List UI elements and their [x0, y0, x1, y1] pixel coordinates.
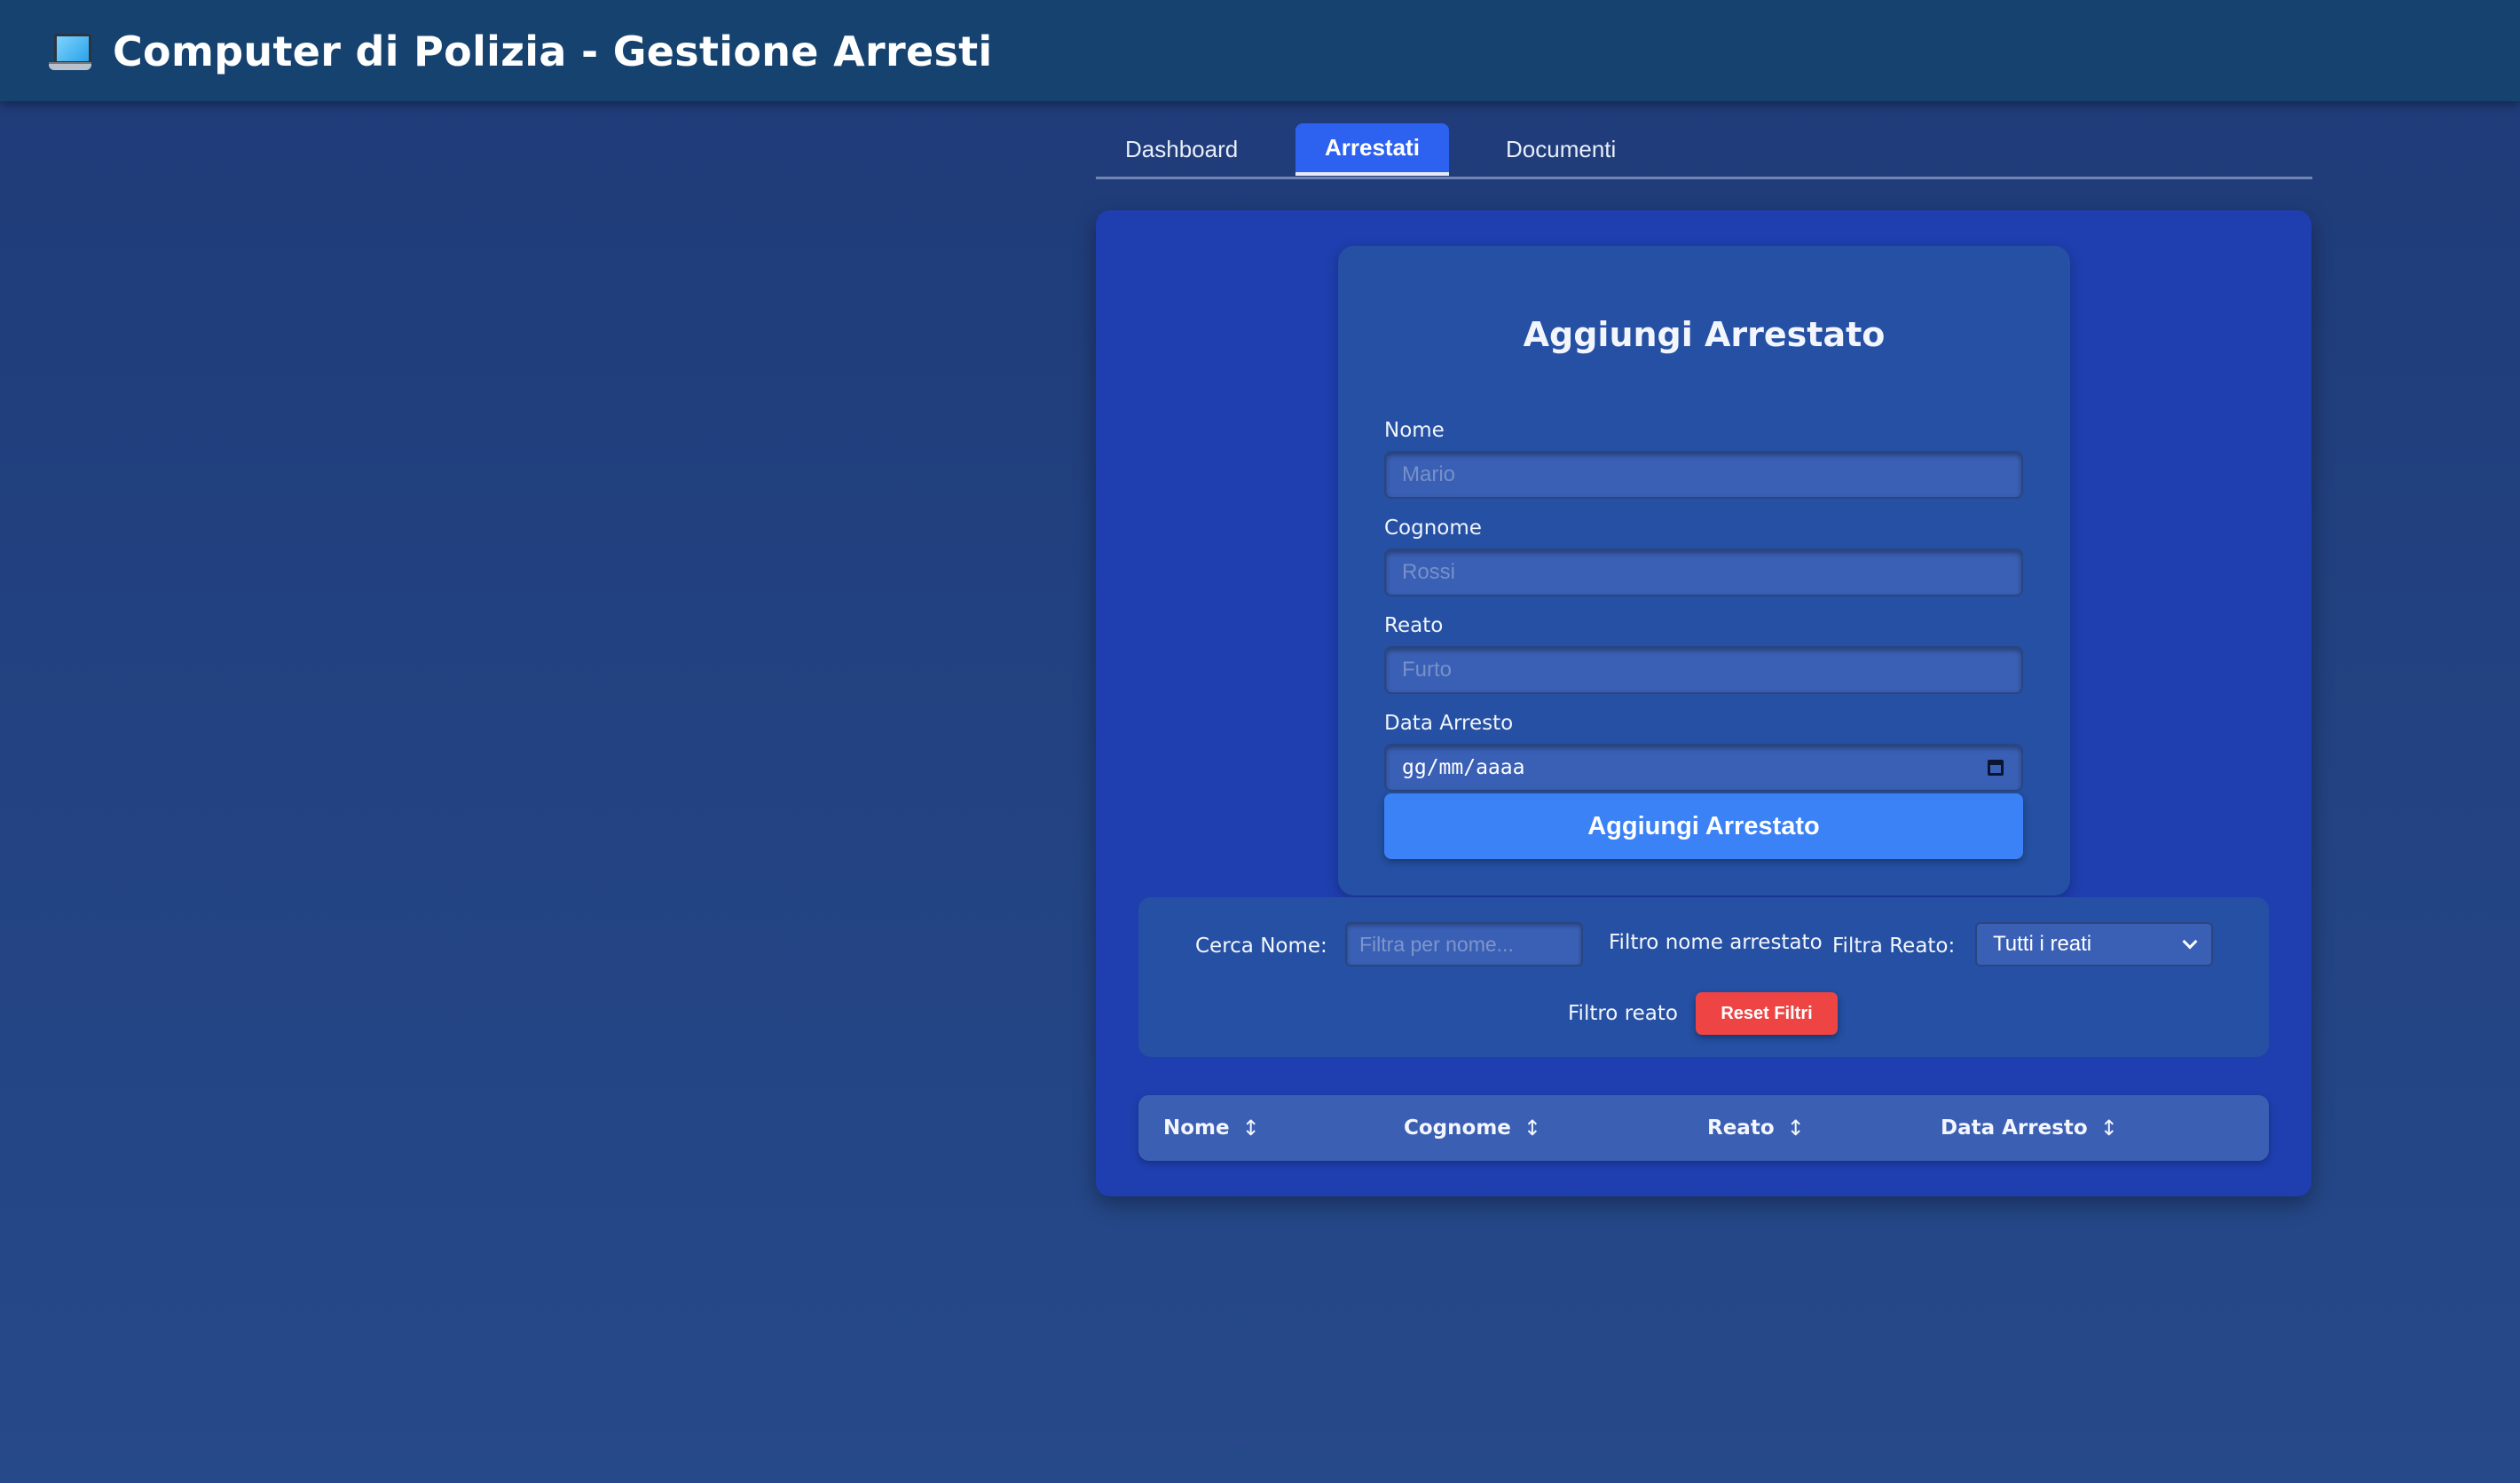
reset-filters-button[interactable]: Reset Filtri — [1696, 992, 1838, 1035]
nome-input[interactable] — [1384, 451, 2023, 499]
reato-label: Reato — [1384, 614, 1444, 637]
nome-label: Nome — [1384, 419, 1445, 442]
name-filter-input[interactable] — [1345, 922, 1583, 966]
date-placeholder: gg/mm/aaaa — [1402, 756, 1525, 779]
data-arresto-input[interactable]: gg/mm/aaaa — [1384, 744, 2023, 792]
reato-input[interactable] — [1384, 646, 2023, 694]
crime-filter-select[interactable]: Tutti i reati — [1975, 922, 2213, 966]
laptop-icon — [49, 32, 91, 71]
form-title: Aggiungi Arrestato — [1523, 315, 1886, 354]
tab-documenti[interactable]: Documenti — [1477, 123, 1645, 175]
name-filter-caption: Filtro nome arrestato — [1609, 931, 1823, 954]
column-header-cognome[interactable]: Cognome ↕ — [1404, 1095, 1541, 1161]
column-header-data-arresto[interactable]: Data Arresto ↕ — [1941, 1095, 2118, 1161]
tab-arrestati[interactable]: Arrestati — [1295, 123, 1449, 176]
column-header-reato[interactable]: Reato ↕ — [1707, 1095, 1805, 1161]
column-header-nome[interactable]: Nome ↕ — [1163, 1095, 1260, 1161]
cognome-label: Cognome — [1384, 517, 1482, 540]
search-name-label: Cerca Nome: — [1195, 935, 1327, 958]
arrestati-table-header: Nome ↕ Cognome ↕ Reato ↕ Data Arresto ↕ — [1138, 1095, 2269, 1161]
filter-bar: Cerca Nome: Filtro nome arrestato Filtra… — [1138, 897, 2269, 1057]
sort-icon: ↕ — [2099, 1116, 2118, 1140]
cognome-input[interactable] — [1384, 548, 2023, 596]
sort-icon: ↕ — [1241, 1116, 1260, 1140]
tab-bar: Dashboard Arrestati Documenti — [1096, 123, 2312, 179]
app-header: Computer di Polizia - Gestione Arresti — [0, 0, 2520, 101]
column-label-cognome: Cognome — [1404, 1116, 1511, 1140]
arrestati-panel: Aggiungi Arrestato Nome Cognome Reato Da… — [1096, 210, 2311, 1196]
chevron-down-icon — [2182, 934, 2198, 950]
add-arrestato-form: Aggiungi Arrestato Nome Cognome Reato Da… — [1338, 246, 2070, 895]
column-label-data-arresto: Data Arresto — [1941, 1116, 2088, 1140]
column-label-reato: Reato — [1707, 1116, 1775, 1140]
add-arrestato-button[interactable]: Aggiungi Arrestato — [1384, 793, 2023, 859]
crime-filter-label: Filtra Reato: — [1832, 935, 1956, 958]
sort-icon: ↕ — [1523, 1116, 1541, 1140]
crime-filter-caption: Filtro reato — [1568, 1002, 1678, 1025]
tab-dashboard[interactable]: Dashboard — [1096, 123, 1267, 175]
data-arresto-label: Data Arresto — [1384, 712, 1514, 735]
sort-icon: ↕ — [1786, 1116, 1805, 1140]
app-title-text: Computer di Polizia - Gestione Arresti — [113, 28, 993, 75]
app-title: Computer di Polizia - Gestione Arresti — [49, 23, 992, 80]
crime-filter-value: Tutti i reati — [1993, 932, 2092, 956]
calendar-icon[interactable] — [1988, 760, 2004, 776]
column-label-nome: Nome — [1163, 1116, 1230, 1140]
